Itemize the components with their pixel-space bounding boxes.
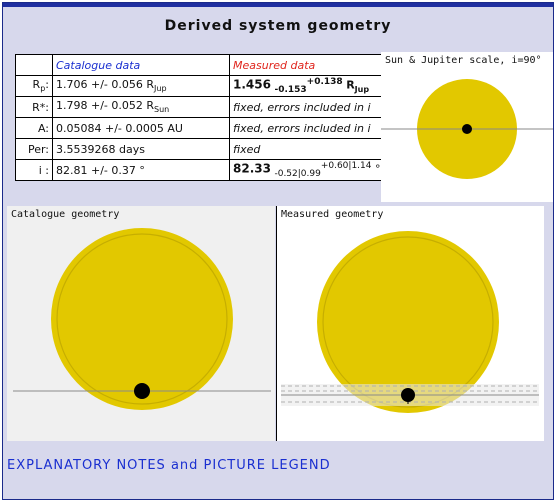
header-catalogue: Catalogue data xyxy=(52,54,230,76)
table-row-rstar: R*: 1.798 +/- 0.052 RSun fixed, errors i… xyxy=(15,96,405,118)
header-measured: Measured data xyxy=(229,54,405,76)
catalogue-planet-dot xyxy=(134,383,150,399)
explanatory-notes-link[interactable]: EXPLANATORY NOTES and PICTURE LEGEND xyxy=(7,458,331,473)
measured-i: 82.33 -0.52|0.99+0.60|1.14 ° xyxy=(229,159,405,181)
jupiter-dot xyxy=(462,124,472,134)
measured-a: fixed, errors included in i xyxy=(229,117,405,139)
measured-geometry-diagram xyxy=(281,231,539,413)
row-label-i: i : xyxy=(15,159,53,181)
row-label-a: A: xyxy=(15,117,53,139)
table-row-a: A: 0.05084 +/- 0.0005 AU fixed, errors i… xyxy=(15,117,405,139)
row-label-per: Per: xyxy=(15,138,53,160)
table-row-i: i : 82.81 +/- 0.37 ° 82.33 -0.52|0.99+0.… xyxy=(15,159,405,181)
measured-per: fixed xyxy=(229,138,405,160)
sun-jupiter-box: Sun & Jupiter scale, i=90° xyxy=(381,52,553,202)
catalogue-rstar: 1.798 +/- 0.052 RSun xyxy=(52,96,230,118)
table-row-rp: Rp: 1.706 +/- 0.056 RJup 1.456 -0.153+0.… xyxy=(15,75,405,97)
table-header-row: Catalogue data Measured data xyxy=(15,54,405,76)
catalogue-i: 82.81 +/- 0.37 ° xyxy=(52,159,230,181)
header-blank xyxy=(15,54,53,76)
catalogue-a: 0.05084 +/- 0.0005 AU xyxy=(52,117,230,139)
sun-jupiter-diagram xyxy=(381,79,553,179)
geometry-panel: Derived system geometry Catalogue data M… xyxy=(2,2,554,500)
table-row-per: Per: 3.5539268 days fixed xyxy=(15,138,405,160)
catalogue-star-disc xyxy=(51,228,233,410)
measured-rp: 1.456 -0.153+0.138 RJup xyxy=(229,75,405,97)
catalogue-per: 3.5539268 days xyxy=(52,138,230,160)
catalogue-rp: 1.706 +/- 0.056 RJup xyxy=(52,75,230,97)
measured-rstar: fixed, errors included in i xyxy=(229,96,405,118)
row-label-rstar: R*: xyxy=(15,96,53,118)
row-label-rp: Rp: xyxy=(15,75,53,97)
top-border xyxy=(3,3,553,7)
parameters-table: Catalogue data Measured data Rp: 1.706 +… xyxy=(15,54,405,181)
measured-geometry-box: Measured geometry xyxy=(276,206,544,441)
page-title: Derived system geometry xyxy=(164,18,392,34)
catalogue-geometry-box: Catalogue geometry xyxy=(7,206,275,441)
catalogue-geometry-diagram xyxy=(13,228,271,410)
